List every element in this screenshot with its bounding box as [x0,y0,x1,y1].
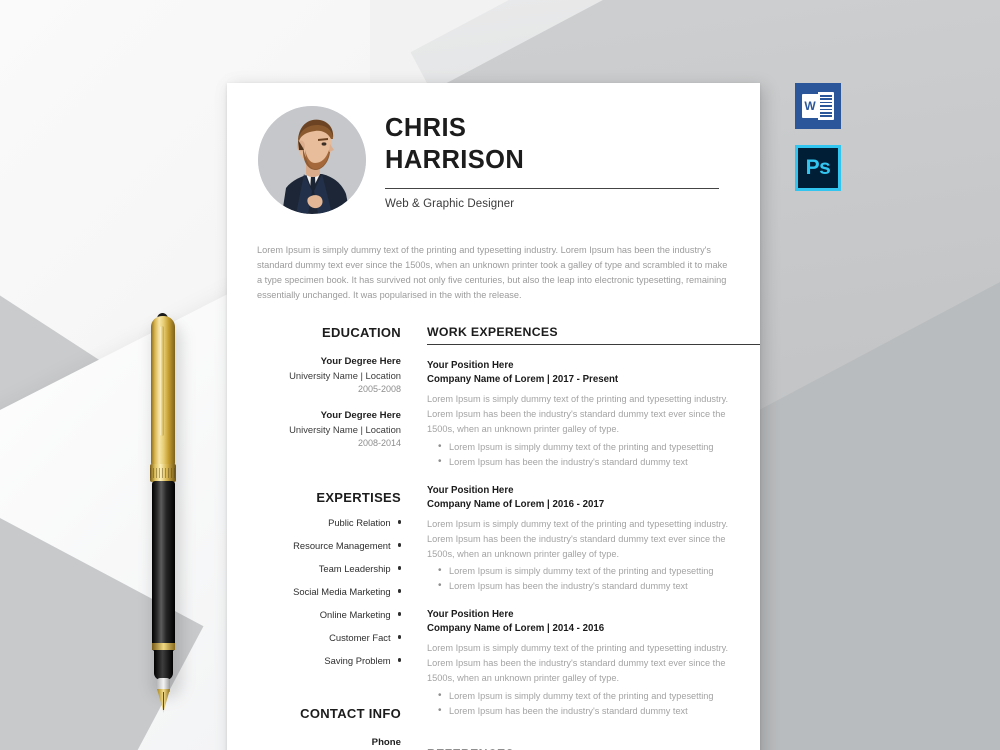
word-line [820,108,832,111]
education-degree: Your Degree Here [320,409,401,421]
bullet-dot-icon [397,658,401,662]
word-line [820,101,832,104]
name-divider [385,187,719,189]
profile-summary: Lorem Ipsum is simply dummy text of the … [257,245,728,300]
work-position: Your Position Here [427,484,514,496]
pen-band [150,464,176,482]
pen-grip [154,650,173,680]
word-line [820,111,832,114]
work-description: Lorem Ipsum is simply dummy text of the … [427,394,729,435]
bullet-dot-icon [397,520,401,524]
bullet-dot-icon [397,589,401,593]
work-bullet-list: Lorem Ipsum is simply dummy text of the … [427,439,760,470]
contact-item: Phone +000 123 456 789 [253,737,405,750]
list-item: Lorem Ipsum is simply dummy text of the … [438,688,760,704]
microsoft-word-icon[interactable]: W [795,83,841,129]
list-item: Lorem Ipsum has been the industry's stan… [438,703,760,719]
word-letter-panel: W [802,94,818,118]
education-university: University Name | Location [289,423,401,435]
word-lines-panel [818,92,834,120]
word-line [820,115,832,117]
fountain-pen-icon [146,313,182,713]
bullet-dot-icon [397,543,401,547]
skill-label: Social Media Marketing [293,585,391,597]
bullet-dot-icon [397,566,401,570]
profile-photo-wrap [227,106,366,214]
list-item: Social Media Marketing [253,586,405,597]
expertises-heading: EXPERTISES [316,489,401,505]
education-item: Your Degree Here University Name | Locat… [253,356,405,394]
list-item: Lorem Ipsum is simply dummy text of the … [438,439,760,455]
resume-page: CHRIS HARRISON Web & Graphic Designer Lo… [227,83,760,750]
first-name: CHRIS [385,114,467,142]
pen-nib-slit [163,692,164,710]
pen-ring [152,643,175,650]
format-badges: W Ps [795,83,841,191]
list-item: Team Leadership [253,563,405,574]
work-experiences-heading: WORK EXPERENCES [427,324,558,339]
resume-columns: EDUCATION Your Degree Here University Na… [227,325,760,750]
work-experience-item: Your Position Here Company Name of Lorem… [427,360,760,470]
name-block: CHRIS HARRISON Web & Graphic Designer [385,106,760,210]
list-item: Resource Management [253,540,405,551]
work-bullet-list: Lorem Ipsum is simply dummy text of the … [427,688,760,719]
job-title: Web & Graphic Designer [385,197,515,210]
last-name: HARRISON [385,146,525,175]
skill-label: Resource Management [293,539,391,551]
work-company: Company Name of Lorem | 2017 - Present [427,374,619,386]
work-position: Your Position Here [427,360,514,372]
skill-label: Customer Fact [329,631,391,643]
resume-header: CHRIS HARRISON Web & Graphic Designer [227,83,760,214]
contact-label: Phone [371,736,401,748]
list-item: Lorem Ipsum has been the industry's stan… [438,578,760,594]
education-university: University Name | Location [289,369,401,381]
expertises-list: Public Relation Resource Management Team… [253,517,405,666]
skill-label: Online Marketing [319,608,391,620]
list-item: Saving Problem [253,655,405,666]
list-item: Lorem Ipsum is simply dummy text of the … [438,563,760,579]
word-line [820,105,832,107]
education-item: Your Degree Here University Name | Locat… [253,410,405,448]
pen-barrel [152,481,175,651]
skill-label: Team Leadership [318,562,391,574]
bullet-dot-icon [397,612,401,616]
right-column: WORK EXPERENCES Your Position Here Compa… [405,325,760,750]
work-heading-divider [427,343,760,346]
list-item: Online Marketing [253,609,405,620]
work-experience-item: Your Position Here Company Name of Lorem… [427,609,760,719]
work-company: Company Name of Lorem | 2014 - 2016 [427,623,605,635]
work-position: Your Position Here [427,609,514,621]
list-item: Lorem Ipsum has been the industry's stan… [438,454,760,470]
photoshop-letters: Ps [805,156,831,179]
work-description: Lorem Ipsum is simply dummy text of the … [427,518,729,559]
work-experience-item: Your Position Here Company Name of Lorem… [427,485,760,595]
education-heading: EDUCATION [321,324,401,340]
contact-info-block: CONTACT INFO Phone +000 123 456 789 [253,706,405,750]
skill-label: Saving Problem [324,654,391,666]
pen-clip [160,326,164,436]
avatar [257,106,366,214]
work-bullet-list: Lorem Ipsum is simply dummy text of the … [427,563,760,594]
word-letter: W [804,99,816,113]
education-years: 2005-2008 [357,383,401,394]
list-item: Customer Fact [253,632,405,643]
skill-label: Public Relation [328,516,391,528]
education-years: 2008-2014 [357,437,401,448]
contact-info-heading: CONTACT INFO [300,705,401,721]
education-list: Your Degree Here University Name | Locat… [253,356,405,448]
left-column: EDUCATION Your Degree Here University Na… [227,325,405,750]
list-item: Public Relation [253,517,405,528]
work-description: Lorem Ipsum is simply dummy text of the … [427,643,729,684]
adobe-photoshop-icon[interactable]: Ps [795,145,841,191]
word-doc-glyph: W [802,92,834,120]
education-degree: Your Degree Here [320,355,401,367]
work-company: Company Name of Lorem | 2016 - 2017 [427,498,605,510]
word-line [820,98,832,100]
work-experiences-list: Your Position Here Company Name of Lorem… [427,360,760,719]
mockup-scene: CHRIS HARRISON Web & Graphic Designer Lo… [0,0,1000,750]
word-line [820,95,832,97]
bullet-dot-icon [397,635,401,639]
